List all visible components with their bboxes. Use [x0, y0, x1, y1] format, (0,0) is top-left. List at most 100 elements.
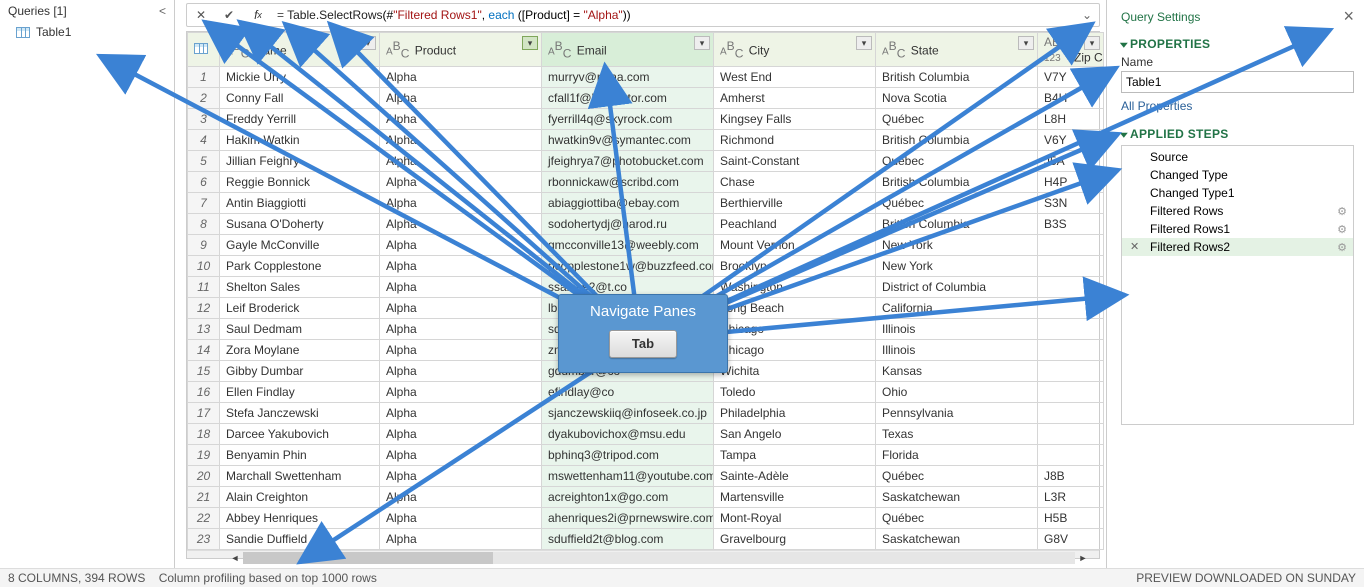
step-filtered-rows2[interactable]: Filtered Rows2⚙ — [1122, 238, 1353, 256]
row-number[interactable]: 3 — [188, 109, 220, 130]
cell-email[interactable]: gmcconville13@weebly.com — [542, 235, 714, 256]
table-row[interactable]: 10Park CopplestoneAlphapcopplestone1w@bu… — [188, 256, 1104, 277]
cell-product[interactable]: Alpha — [380, 214, 542, 235]
cell-city[interactable]: Berthierville — [714, 193, 876, 214]
cell-email[interactable]: sdedmam@il.co — [542, 319, 714, 340]
dropdown-icon[interactable]: ▾ — [856, 36, 872, 50]
cell-zip[interactable]: S3N — [1038, 193, 1104, 214]
cell-zip[interactable]: L8H — [1038, 109, 1104, 130]
row-number[interactable]: 14 — [188, 340, 220, 361]
cell-city[interactable]: West End — [714, 67, 876, 88]
cell-name[interactable]: Ellen Findlay — [220, 382, 380, 403]
cell-city[interactable]: San Angelo — [714, 424, 876, 445]
row-number[interactable]: 6 — [188, 172, 220, 193]
applied-steps-header[interactable]: APPLIED STEPS — [1121, 127, 1354, 141]
step-source[interactable]: Source — [1122, 148, 1353, 166]
table-row[interactable]: 19Benyamin PhinAlphabphinq3@tripod.comTa… — [188, 445, 1104, 466]
cell-zip[interactable]: G8V — [1038, 529, 1104, 550]
table-row[interactable]: 15Gibby DumbarAlphagdumbar@coWichitaKans… — [188, 361, 1104, 382]
collapse-icon[interactable]: < — [159, 4, 166, 18]
row-number[interactable]: 20 — [188, 466, 220, 487]
row-number[interactable]: 2 — [188, 88, 220, 109]
cell-zip[interactable]: B3S — [1038, 214, 1104, 235]
cell-state[interactable]: Texas — [876, 424, 1038, 445]
scroll-thumb[interactable] — [243, 552, 493, 564]
cell-city[interactable]: Washington — [714, 277, 876, 298]
cell-zip[interactable] — [1038, 340, 1104, 361]
cell-zip[interactable]: L3R — [1038, 487, 1104, 508]
cell-email[interactable]: bphinq3@tripod.com — [542, 445, 714, 466]
cell-state[interactable]: Nova Scotia — [876, 88, 1038, 109]
row-number[interactable]: 21 — [188, 487, 220, 508]
table-row[interactable]: 3Freddy YerrillAlphafyerrill4q@skyrock.c… — [188, 109, 1104, 130]
cell-name[interactable]: Leif Broderick — [220, 298, 380, 319]
cell-name[interactable]: Alain Creighton — [220, 487, 380, 508]
cell-product[interactable]: Alpha — [380, 508, 542, 529]
cell-email[interactable]: hwatkin9v@symantec.com — [542, 130, 714, 151]
cell-email[interactable]: pcopplestone1w@buzzfeed.com — [542, 256, 714, 277]
column-header-city[interactable]: ABC City▾ — [714, 33, 876, 67]
formula-text[interactable]: = Table.SelectRows(#"Filtered Rows1", ea… — [273, 8, 1075, 22]
cell-product[interactable]: Alpha — [380, 109, 542, 130]
cell-name[interactable]: Darcee Yakubovich — [220, 424, 380, 445]
scroll-right-icon[interactable]: ► — [1075, 551, 1091, 565]
cell-zip[interactable] — [1038, 298, 1104, 319]
cell-state[interactable]: Saskatchewan — [876, 529, 1038, 550]
table-row[interactable]: 20Marchall SwettenhamAlphamswettenham11@… — [188, 466, 1104, 487]
cell-product[interactable]: Alpha — [380, 319, 542, 340]
scroll-left-icon[interactable]: ◄ — [227, 551, 243, 565]
cell-email[interactable]: sodohertydj@narod.ru — [542, 214, 714, 235]
table-row[interactable]: 16Ellen FindlayAlphaefindlay@coToledoOhi… — [188, 382, 1104, 403]
cell-name[interactable]: Mickie Urry — [220, 67, 380, 88]
table-row[interactable]: 14Zora MoylaneAlphazmoylane@co.jpChicago… — [188, 340, 1104, 361]
cell-zip[interactable]: H4P — [1038, 172, 1104, 193]
cell-name[interactable]: Abbey Henriques — [220, 508, 380, 529]
cell-zip[interactable]: J5A — [1038, 151, 1104, 172]
cell-name[interactable]: Jillian Feighry — [220, 151, 380, 172]
cell-email[interactable]: rbonnickaw@scribd.com — [542, 172, 714, 193]
row-number[interactable]: 11 — [188, 277, 220, 298]
cell-zip[interactable] — [1038, 403, 1104, 424]
cell-email[interactable]: fyerrill4q@skyrock.com — [542, 109, 714, 130]
cell-email[interactable]: sduffield2t@blog.com — [542, 529, 714, 550]
cell-product[interactable]: Alpha — [380, 88, 542, 109]
table-row[interactable]: 6Reggie BonnickAlpharbonnickaw@scribd.co… — [188, 172, 1104, 193]
cell-name[interactable]: Antin Biaggiotti — [220, 193, 380, 214]
cell-state[interactable]: Québec — [876, 466, 1038, 487]
cell-state[interactable]: Québec — [876, 151, 1038, 172]
row-number[interactable]: 5 — [188, 151, 220, 172]
step-filtered-rows1[interactable]: Filtered Rows1⚙ — [1122, 220, 1353, 238]
cell-zip[interactable]: B4H — [1038, 88, 1104, 109]
cell-state[interactable]: British Columbia — [876, 214, 1038, 235]
row-number[interactable]: 19 — [188, 445, 220, 466]
cell-city[interactable]: Long Beach — [714, 298, 876, 319]
cell-name[interactable]: Conny Fall — [220, 88, 380, 109]
cell-email[interactable]: abiaggiottiba@ebay.com — [542, 193, 714, 214]
cell-zip[interactable]: H5B — [1038, 508, 1104, 529]
step-changed-type[interactable]: Changed Type — [1122, 166, 1353, 184]
cell-product[interactable]: Alpha — [380, 382, 542, 403]
cell-email[interactable]: cfall1f@hostgator.com — [542, 88, 714, 109]
cell-zip[interactable]: V6Y — [1038, 130, 1104, 151]
table-row[interactable]: 11Shelton SalesAlphassales92@t.coWashing… — [188, 277, 1104, 298]
cell-city[interactable]: Amherst — [714, 88, 876, 109]
cell-product[interactable]: Alpha — [380, 130, 542, 151]
filter-active-icon[interactable]: ▾ — [522, 36, 538, 50]
cell-zip[interactable] — [1038, 319, 1104, 340]
dropdown-icon[interactable]: ▾ — [1084, 36, 1100, 50]
cell-name[interactable]: Hakim Watkin — [220, 130, 380, 151]
row-number[interactable]: 10 — [188, 256, 220, 277]
cell-product[interactable]: Alpha — [380, 67, 542, 88]
table-row[interactable]: 21Alain CreightonAlphaacreighton1x@go.co… — [188, 487, 1104, 508]
queries-header[interactable]: Queries [1] < — [0, 0, 174, 22]
row-number[interactable]: 12 — [188, 298, 220, 319]
cell-state[interactable]: British Columbia — [876, 67, 1038, 88]
cell-name[interactable]: Saul Dedmam — [220, 319, 380, 340]
cell-email[interactable]: murryv@noaa.com — [542, 67, 714, 88]
cell-state[interactable]: Kansas — [876, 361, 1038, 382]
step-filtered-rows[interactable]: Filtered Rows⚙ — [1122, 202, 1353, 220]
cell-zip[interactable] — [1038, 256, 1104, 277]
cell-state[interactable]: British Columbia — [876, 172, 1038, 193]
cell-product[interactable]: Alpha — [380, 361, 542, 382]
cell-zip[interactable] — [1038, 277, 1104, 298]
